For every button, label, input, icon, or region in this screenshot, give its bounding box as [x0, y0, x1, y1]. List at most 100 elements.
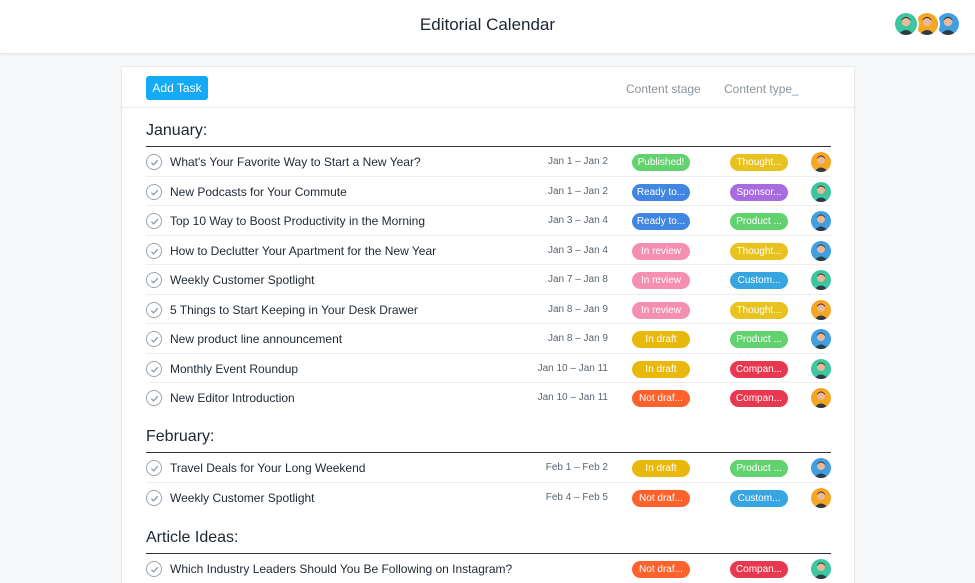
assignee-avatar[interactable] [811, 388, 831, 408]
task-row[interactable]: Which Industry Leaders Should You Be Fol… [146, 554, 831, 583]
due-date[interactable]: Feb 1 – Feb 2 [546, 462, 608, 473]
assignee-avatar[interactable] [811, 152, 831, 172]
task-row[interactable]: What's Your Favorite Way to Start a New … [146, 147, 831, 177]
content-stage-tag[interactable]: Not draf... [632, 390, 690, 407]
member-avatar[interactable] [893, 11, 919, 37]
assignee-avatar[interactable] [811, 487, 831, 508]
section-title[interactable]: Article Ideas: [146, 526, 831, 554]
check-icon [150, 248, 159, 255]
check-icon [150, 336, 159, 343]
content-type-tag[interactable]: Thought... [730, 301, 788, 319]
column-header-content-stage[interactable]: Content stage [626, 82, 701, 96]
content-type-tag[interactable]: Thought... [730, 242, 788, 260]
content-stage-tag[interactable]: Published! [632, 154, 690, 171]
due-date[interactable]: Jan 3 – Jan 4 [548, 245, 608, 256]
task-name[interactable]: New Editor Introduction [170, 391, 295, 405]
task-row[interactable]: New Editor Introduction Jan 10 – Jan 11 No… [146, 383, 831, 413]
complete-checkbox[interactable] [146, 460, 162, 476]
assignee-avatar[interactable] [811, 270, 831, 290]
task-name[interactable]: Which Industry Leaders Should You Be Fol… [170, 562, 512, 576]
content-stage-tag[interactable]: In draft [632, 460, 690, 477]
content-type-tag[interactable]: Thought... [730, 154, 788, 171]
due-date[interactable]: Jan 1 – Jan 2 [548, 186, 608, 197]
task-row[interactable]: New product line announcement Jan 8 – Jan… [146, 324, 831, 354]
content-type-tag[interactable]: Compan... [730, 360, 788, 378]
complete-checkbox[interactable] [146, 561, 162, 577]
task-name[interactable]: Top 10 Way to Boost Productivity in the … [170, 214, 425, 228]
task-name[interactable]: How to Declutter Your Apartment for the … [170, 244, 436, 258]
task-name[interactable]: Weekly Customer Spotlight [170, 273, 315, 287]
complete-checkbox[interactable] [146, 489, 162, 506]
project-members[interactable] [893, 11, 961, 37]
content-type-tag[interactable]: Sponsor... [730, 183, 788, 201]
task-name[interactable]: 5 Things to Start Keeping in Your Desk D… [170, 303, 418, 317]
content-stage-tag[interactable]: In review [632, 272, 690, 289]
content-type-tag[interactable]: Compan... [730, 561, 788, 578]
task-name[interactable]: Weekly Customer Spotlight [170, 491, 315, 505]
add-task-button[interactable]: Add Task [146, 76, 208, 100]
task-name[interactable]: New product line announcement [170, 332, 342, 346]
task-row[interactable]: Travel Deals for Your Long Weekend Feb 1 … [146, 453, 831, 483]
section-title[interactable]: February: [146, 425, 831, 453]
assignee-avatar[interactable] [811, 458, 831, 478]
complete-checkbox[interactable] [146, 213, 162, 229]
content-stage-tag[interactable]: Ready to... [632, 183, 690, 201]
assignee-avatar[interactable] [811, 240, 831, 261]
due-date[interactable]: Jan 1 – Jan 2 [548, 156, 608, 167]
due-date[interactable]: Jan 10 – Jan 11 [538, 363, 608, 374]
content-type-tag[interactable]: Compan... [730, 390, 788, 407]
content-stage-tag[interactable]: In draft [632, 360, 690, 378]
assignee-avatar[interactable] [811, 211, 831, 231]
column-header-content-type[interactable]: Content type_ [724, 82, 799, 96]
task-row[interactable]: How to Declutter Your Apartment for the … [146, 236, 831, 265]
assignee-avatar[interactable] [811, 299, 831, 320]
due-date[interactable]: Jan 8 – Jan 9 [548, 304, 608, 315]
check-icon [150, 307, 159, 314]
content-stage-tag[interactable]: Ready to... [632, 213, 690, 230]
content-stage-tag[interactable]: Not draf... [632, 561, 690, 578]
due-date[interactable]: Jan 3 – Jan 4 [548, 215, 608, 226]
top-bar: Editorial Calendar [0, 0, 975, 54]
due-date[interactable]: Feb 4 – Feb 5 [546, 492, 608, 503]
due-date[interactable]: Jan 8 – Jan 9 [548, 333, 608, 344]
complete-checkbox[interactable] [146, 331, 162, 347]
content-type-tag[interactable]: Product ... [730, 213, 788, 230]
task-row[interactable]: Monthly Event Roundup Jan 10 – Jan 11 In d… [146, 354, 831, 383]
complete-checkbox[interactable] [146, 360, 162, 377]
check-icon [150, 218, 159, 225]
content-type-tag[interactable]: Product ... [730, 460, 788, 477]
task-name[interactable]: Travel Deals for Your Long Weekend [170, 461, 365, 475]
complete-checkbox[interactable] [146, 390, 162, 406]
complete-checkbox[interactable] [146, 301, 162, 318]
task-row[interactable]: Top 10 Way to Boost Productivity in the … [146, 206, 831, 236]
list-toolbar: Add Task Content stage Content type_ [122, 67, 854, 108]
content-type-tag[interactable]: Product ... [730, 331, 788, 348]
complete-checkbox[interactable] [146, 154, 162, 170]
task-row[interactable]: Weekly Customer Spotlight Feb 4 – Feb 5 No… [146, 483, 831, 513]
assignee-avatar[interactable] [811, 181, 831, 202]
complete-checkbox[interactable] [146, 183, 162, 200]
check-icon [150, 189, 159, 196]
task-name[interactable]: Monthly Event Roundup [170, 362, 298, 376]
complete-checkbox[interactable] [146, 242, 162, 259]
content-type-tag[interactable]: Custom... [730, 489, 788, 507]
due-date[interactable]: Jan 7 – Jan 8 [548, 274, 608, 285]
task-name[interactable]: New Podcasts for Your Commute [170, 185, 347, 199]
complete-checkbox[interactable] [146, 272, 162, 288]
check-icon [150, 366, 159, 373]
task-name[interactable]: What's Your Favorite Way to Start a New … [170, 155, 421, 169]
task-row[interactable]: New Podcasts for Your Commute Jan 1 – Jan… [146, 177, 831, 206]
section-title[interactable]: January: [146, 119, 831, 147]
page-title: Editorial Calendar [419, 15, 556, 34]
content-stage-tag[interactable]: Not draf... [632, 489, 690, 507]
assignee-avatar[interactable] [811, 329, 831, 349]
content-stage-tag[interactable]: In draft [632, 331, 690, 348]
task-row[interactable]: 5 Things to Start Keeping in Your Desk D… [146, 295, 831, 324]
content-stage-tag[interactable]: In review [632, 242, 690, 260]
content-type-tag[interactable]: Custom... [730, 272, 788, 289]
assignee-avatar[interactable] [811, 559, 831, 579]
assignee-avatar[interactable] [811, 358, 831, 379]
task-row[interactable]: Weekly Customer Spotlight Jan 7 – Jan 8 In… [146, 265, 831, 295]
content-stage-tag[interactable]: In review [632, 301, 690, 319]
due-date[interactable]: Jan 10 – Jan 11 [538, 392, 608, 403]
